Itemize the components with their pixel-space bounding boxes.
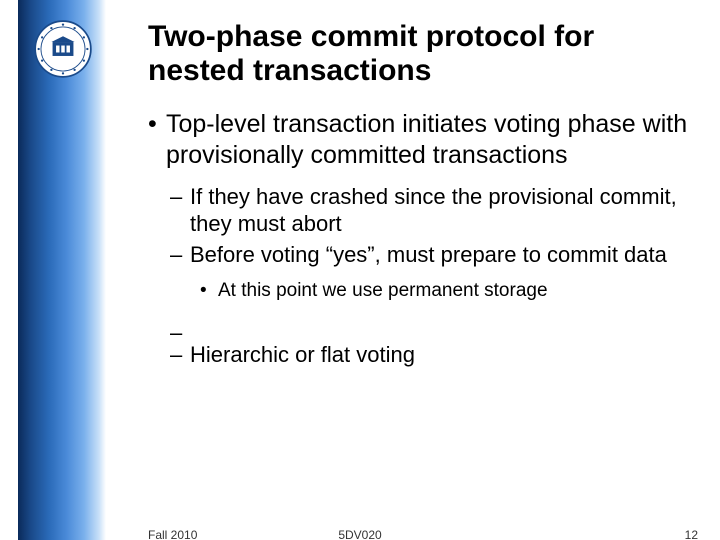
umea-university-seal-icon	[34, 20, 92, 78]
footer-center: 5DV020	[0, 528, 720, 540]
bullet-list-level3: At this point we use permanent storage	[190, 279, 692, 303]
spacer	[190, 320, 692, 338]
bullet-text: Before voting “yes”, must prepare to com…	[190, 242, 667, 267]
slide-title: Two-phase commit protocol for nested tra…	[148, 20, 692, 87]
bullet-list-level2: If they have crashed since the provision…	[166, 184, 692, 369]
list-item: Before voting “yes”, must prepare to com…	[190, 242, 692, 303]
list-item: If they have crashed since the provision…	[190, 184, 692, 238]
slide-content: Two-phase commit protocol for nested tra…	[148, 20, 692, 383]
bullet-text: Top-level transaction initiates voting p…	[166, 110, 687, 169]
side-gradient-strip	[18, 0, 106, 540]
bullet-text: If they have crashed since the provision…	[190, 184, 677, 236]
bullet-text: Hierarchic or flat voting	[190, 342, 415, 367]
list-item: Top-level transaction initiates voting p…	[166, 109, 692, 369]
bullet-text: At this point we use permanent storage	[218, 280, 548, 301]
list-item: At this point we use permanent storage	[218, 279, 692, 303]
list-item: Hierarchic or flat voting	[190, 342, 692, 369]
bullet-list-level1: Top-level transaction initiates voting p…	[148, 109, 692, 369]
slide: Two-phase commit protocol for nested tra…	[0, 0, 720, 540]
footer-page-number: 12	[685, 528, 698, 540]
